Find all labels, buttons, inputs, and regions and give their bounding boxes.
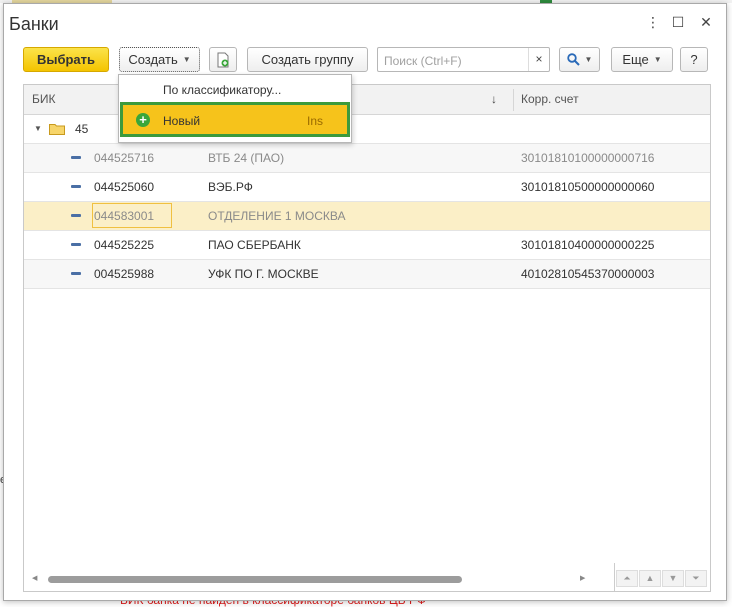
name-cell: ПАО СБЕРБАНК <box>208 238 301 252</box>
scrollbar-thumb[interactable] <box>48 576 462 583</box>
chevron-down-icon: ▼ <box>584 55 593 64</box>
last-page-icon[interactable]: ⏷ <box>685 570 707 587</box>
more-button[interactable]: Еще ▼ <box>611 47 673 72</box>
bik-cell: 044525716 <box>94 151 155 165</box>
window-title: Банки <box>9 14 59 34</box>
create-button[interactable]: Создать ▼ <box>119 47 200 72</box>
group-label: 45 <box>75 122 89 136</box>
name-cell: ВТБ 24 (ПАО) <box>208 151 285 165</box>
add-document-icon <box>217 52 229 67</box>
help-label: ? <box>690 52 698 67</box>
scroll-right-icon[interactable]: ▶ <box>580 574 585 582</box>
account-cell: 40102810545370000003 <box>521 267 655 281</box>
account-cell: 30101810500000000060 <box>521 180 655 194</box>
maximize-icon[interactable]: ☐ <box>670 14 686 31</box>
select-button-label: Выбрать <box>36 52 96 67</box>
create-group-label: Создать группу <box>261 52 354 67</box>
banks-dialog: Банки ⋮ ☐ ✕ Выбрать Создать ▼ Создать гр… <box>3 3 727 601</box>
account-cell: 30101810100000000716 <box>521 151 655 165</box>
close-icon[interactable]: ✕ <box>698 14 714 31</box>
collapse-triangle-icon[interactable]: ▼ <box>34 124 42 133</box>
column-header-account[interactable]: Корр. счет <box>513 85 710 114</box>
table-row[interactable]: 044525225 ПАО СБЕРБАНК 30101810400000000… <box>24 231 710 260</box>
folder-icon <box>49 124 65 135</box>
first-page-icon[interactable]: ⏶ <box>616 570 638 587</box>
bank-item-icon <box>71 272 81 275</box>
select-button[interactable]: Выбрать <box>23 47 109 72</box>
page-down-icon[interactable]: ▼ <box>662 570 684 587</box>
plus-icon: + <box>136 113 150 127</box>
bank-item-icon <box>71 156 81 159</box>
scroll-left-icon[interactable]: ◀ <box>32 574 37 582</box>
table-row[interactable]: 044525716 ВТБ 24 (ПАО) 30101810100000000… <box>24 144 710 173</box>
name-cell: ВЭБ.РФ <box>208 180 253 194</box>
chevron-down-icon: ▼ <box>653 55 662 64</box>
search-input[interactable] <box>382 51 531 70</box>
bank-item-icon <box>71 185 81 188</box>
menu-item-new[interactable]: + Новый Ins <box>120 102 350 137</box>
page-up-icon[interactable]: ▲ <box>639 570 661 587</box>
search-options-button[interactable]: ▼ <box>559 47 600 72</box>
banks-table: БИК ↓ Корр. счет ▼ 45 044525716 ВТБ 24 (… <box>23 84 711 592</box>
search-field[interactable]: × <box>377 47 550 72</box>
menu-item-new-shortcut: Ins <box>307 114 324 128</box>
name-cell: ОТДЕЛЕНИЕ 1 МОСКВА <box>208 209 346 223</box>
create-dropdown-menu: По классификатору... + Новый Ins <box>118 74 352 143</box>
bank-item-icon <box>71 214 81 217</box>
table-row[interactable]: 004525988 УФК ПО Г. МОСКВЕ 4010281054537… <box>24 260 710 289</box>
name-cell: УФК ПО Г. МОСКВЕ <box>208 267 319 281</box>
copy-button[interactable] <box>209 47 237 72</box>
search-icon <box>566 53 580 66</box>
more-menu-icon[interactable]: ⋮ <box>645 14 661 31</box>
bik-cell: 004525988 <box>94 267 155 281</box>
bik-cell: 044525225 <box>94 238 155 252</box>
list-navigation: ⏶ ▲ ▼ ⏷ <box>616 570 708 587</box>
chevron-down-icon: ▼ <box>182 55 191 64</box>
account-cell: 30101810400000000225 <box>521 238 655 252</box>
menu-item-new-label: Новый <box>163 114 201 128</box>
table-row[interactable]: 044525060 ВЭБ.РФ 30101810500000000060 <box>24 173 710 202</box>
horizontal-scrollbar[interactable]: ◀ ▶ <box>32 574 592 584</box>
table-row-selected[interactable]: 044583001 ОТДЕЛЕНИЕ 1 МОСКВА <box>24 202 710 231</box>
bank-item-icon <box>71 243 81 246</box>
menu-item-by-classifier[interactable]: По классификатору... <box>163 83 281 97</box>
clear-search-icon[interactable]: × <box>528 48 549 71</box>
bik-cell: 044525060 <box>94 180 155 194</box>
create-button-label: Создать <box>128 52 178 67</box>
help-button[interactable]: ? <box>680 47 708 72</box>
bik-cell: 044583001 <box>94 209 155 223</box>
sort-descending-icon[interactable]: ↓ <box>491 85 497 114</box>
divider <box>614 563 615 591</box>
more-button-label: Еще <box>622 52 649 67</box>
create-group-button[interactable]: Создать группу <box>247 47 368 72</box>
